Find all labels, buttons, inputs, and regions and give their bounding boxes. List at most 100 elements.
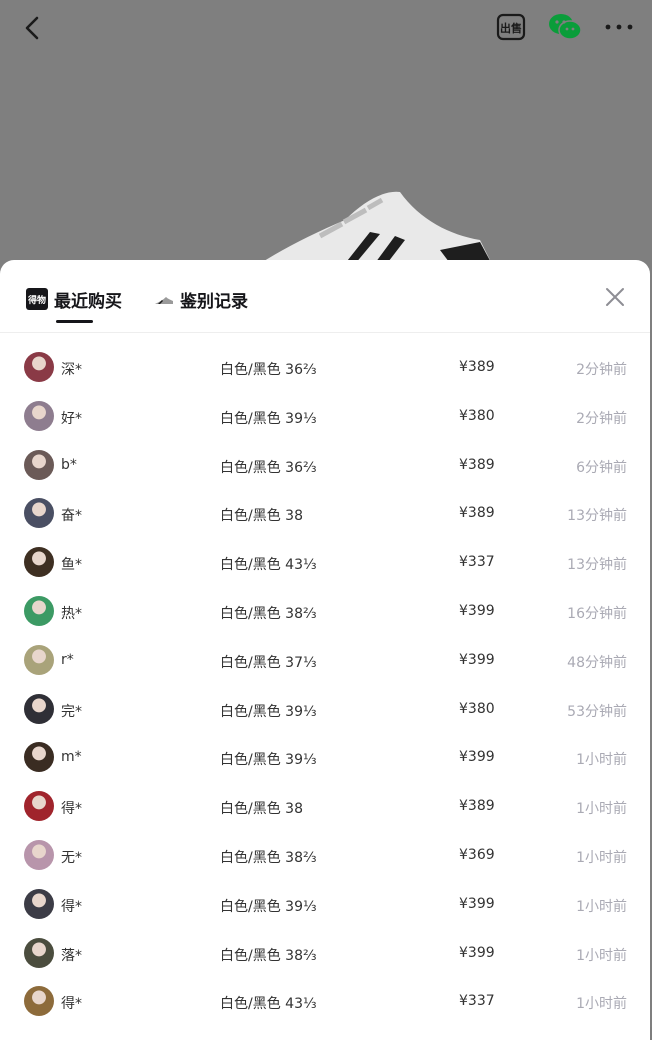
avatar[interactable] bbox=[24, 352, 54, 382]
purchase-price: ¥389 bbox=[459, 456, 495, 473]
purchase-record-row: 得* 白色/黑色 39⅓ ¥399 1小时前 bbox=[0, 880, 650, 929]
purchase-record-row: 好* 白色/黑色 39⅓ ¥380 2分钟前 bbox=[0, 392, 650, 441]
purchase-time: 1小时前 bbox=[576, 996, 627, 1013]
purchase-time: 6分钟前 bbox=[576, 459, 627, 476]
avatar[interactable] bbox=[24, 791, 54, 822]
sneaker-icon bbox=[155, 297, 173, 304]
dewu-logo-icon: 得物 bbox=[26, 288, 48, 310]
purchase-price: ¥389 bbox=[459, 505, 495, 522]
purchase-record-row: b* 白色/黑色 36⅔ ¥389 6分钟前 bbox=[0, 441, 650, 490]
buyer-name: 落* bbox=[61, 947, 82, 964]
avatar[interactable] bbox=[24, 986, 54, 1017]
tab-recent-purchases[interactable]: 得物 最近购买 bbox=[26, 286, 122, 312]
purchase-price: ¥380 bbox=[459, 700, 495, 717]
purchase-time: 1小时前 bbox=[576, 947, 627, 964]
product-spec: 白色/黑色 38⅔ bbox=[220, 947, 317, 964]
purchase-record-row: 奋* 白色/黑色 38 ¥389 13分钟前 bbox=[0, 489, 650, 538]
product-spec: 白色/黑色 38 bbox=[220, 801, 303, 818]
avatar[interactable] bbox=[24, 547, 54, 578]
buyer-name: 完* bbox=[61, 703, 82, 720]
avatar[interactable] bbox=[24, 498, 54, 529]
avatar[interactable] bbox=[24, 742, 54, 773]
purchase-record-row: 得* 白色/黑色 38 ¥389 1小时前 bbox=[0, 782, 650, 831]
purchase-time: 13分钟前 bbox=[567, 508, 627, 525]
purchase-price: ¥399 bbox=[459, 651, 495, 668]
purchase-time: 2分钟前 bbox=[576, 410, 627, 427]
chevron-left-icon[interactable] bbox=[20, 14, 44, 42]
purchase-price: ¥399 bbox=[459, 944, 495, 961]
sheet-tab-bar: 得物 最近购买 鉴别记录 bbox=[0, 260, 650, 333]
purchase-price: ¥369 bbox=[459, 846, 495, 863]
sell-badge-icon[interactable]: 出售 bbox=[496, 12, 526, 42]
close-icon[interactable] bbox=[604, 286, 626, 308]
product-spec: 白色/黑色 36⅔ bbox=[220, 362, 317, 378]
buyer-name: r* bbox=[61, 651, 74, 668]
avatar[interactable] bbox=[24, 449, 54, 480]
purchase-record-row: r* 白色/黑色 37⅓ ¥399 48分钟前 bbox=[0, 636, 650, 685]
purchase-record-row: 深* 白色/黑色 36⅔ ¥389 2分钟前 bbox=[0, 343, 650, 392]
product-spec: 白色/黑色 38⅔ bbox=[220, 605, 317, 622]
buyer-name: b* bbox=[61, 456, 77, 473]
purchase-record-row: 落* 白色/黑色 38⅔ ¥399 1小时前 bbox=[0, 929, 650, 978]
tab-authentication-records[interactable]: 鉴别记录 bbox=[154, 286, 248, 312]
purchase-price: ¥399 bbox=[459, 749, 495, 766]
buyer-name: 奋* bbox=[61, 508, 82, 525]
more-dots-icon[interactable] bbox=[602, 16, 636, 38]
purchase-record-row: 得* 白色/黑色 43⅓ ¥337 1小时前 bbox=[0, 977, 650, 1026]
tab-recent-purchases-label: 最近购买 bbox=[54, 291, 122, 312]
purchase-time: 1小时前 bbox=[576, 898, 627, 915]
avatar[interactable] bbox=[24, 693, 54, 724]
purchase-record-row: 鱼* 白色/黑色 43⅓ ¥337 13分钟前 bbox=[0, 538, 650, 587]
product-spec: 白色/黑色 38 bbox=[220, 508, 303, 525]
purchase-time: 2分钟前 bbox=[576, 362, 627, 378]
active-tab-indicator bbox=[56, 320, 93, 323]
avatar[interactable] bbox=[24, 644, 54, 675]
purchase-price: ¥380 bbox=[459, 407, 495, 424]
product-spec: 白色/黑色 36⅔ bbox=[220, 459, 317, 476]
purchase-price: ¥399 bbox=[459, 602, 495, 619]
product-spec: 白色/黑色 43⅓ bbox=[220, 996, 317, 1013]
product-spec: 白色/黑色 39⅓ bbox=[220, 752, 317, 769]
purchase-price: ¥389 bbox=[459, 359, 495, 375]
avatar[interactable] bbox=[24, 937, 54, 968]
buyer-name: 好* bbox=[61, 410, 82, 427]
purchase-record-row: 完* 白色/黑色 39⅓ ¥380 53分钟前 bbox=[0, 685, 650, 734]
purchase-time: 53分钟前 bbox=[567, 703, 627, 720]
product-spec: 白色/黑色 39⅓ bbox=[220, 898, 317, 915]
top-navigation-bar: 出售 bbox=[0, 0, 652, 56]
avatar[interactable] bbox=[24, 400, 54, 431]
avatar[interactable] bbox=[24, 888, 54, 919]
purchase-price: ¥337 bbox=[459, 993, 495, 1010]
sell-badge-text: 出售 bbox=[500, 21, 522, 35]
purchase-record-row: m* 白色/黑色 39⅓ ¥399 1小时前 bbox=[0, 733, 650, 782]
buyer-name: 鱼* bbox=[61, 557, 82, 574]
purchase-time: 1小时前 bbox=[576, 849, 627, 866]
purchase-records-sheet: 得物 最近购买 鉴别记录 深* 白色/黑色 36⅔ ¥389 2分钟前 好* 白色/黑色 … bbox=[0, 260, 650, 1040]
sneaker-image bbox=[250, 191, 495, 270]
purchase-price: ¥389 bbox=[459, 798, 495, 815]
purchase-time: 1小时前 bbox=[576, 801, 627, 818]
avatar[interactable] bbox=[24, 595, 54, 626]
purchase-time: 16分钟前 bbox=[567, 605, 627, 622]
purchase-time: 48分钟前 bbox=[567, 654, 627, 671]
avatar[interactable] bbox=[24, 839, 54, 870]
buyer-name: m* bbox=[61, 749, 82, 766]
product-spec: 白色/黑色 39⅓ bbox=[220, 703, 317, 720]
purchase-time: 13分钟前 bbox=[567, 557, 627, 574]
buyer-name: 得* bbox=[61, 996, 82, 1013]
wechat-icon[interactable] bbox=[548, 12, 582, 42]
buyer-name: 得* bbox=[61, 898, 82, 915]
buyer-name: 深* bbox=[61, 362, 82, 378]
purchase-record-row: 热* 白色/黑色 38⅔ ¥399 16分钟前 bbox=[0, 587, 650, 636]
buyer-name: 热* bbox=[61, 605, 82, 622]
buyer-name: 无* bbox=[61, 849, 82, 866]
purchase-time: 1小时前 bbox=[576, 752, 627, 769]
buyer-name: 得* bbox=[61, 801, 82, 818]
purchase-price: ¥399 bbox=[459, 895, 495, 912]
product-spec: 白色/黑色 38⅔ bbox=[220, 849, 317, 866]
product-spec: 白色/黑色 37⅓ bbox=[220, 654, 317, 671]
product-spec: 白色/黑色 39⅓ bbox=[220, 410, 317, 427]
tab-authentication-records-label: 鉴别记录 bbox=[180, 291, 248, 312]
product-spec: 白色/黑色 43⅓ bbox=[220, 557, 317, 574]
purchase-record-row: 无* 白色/黑色 38⅔ ¥369 1小时前 bbox=[0, 831, 650, 880]
